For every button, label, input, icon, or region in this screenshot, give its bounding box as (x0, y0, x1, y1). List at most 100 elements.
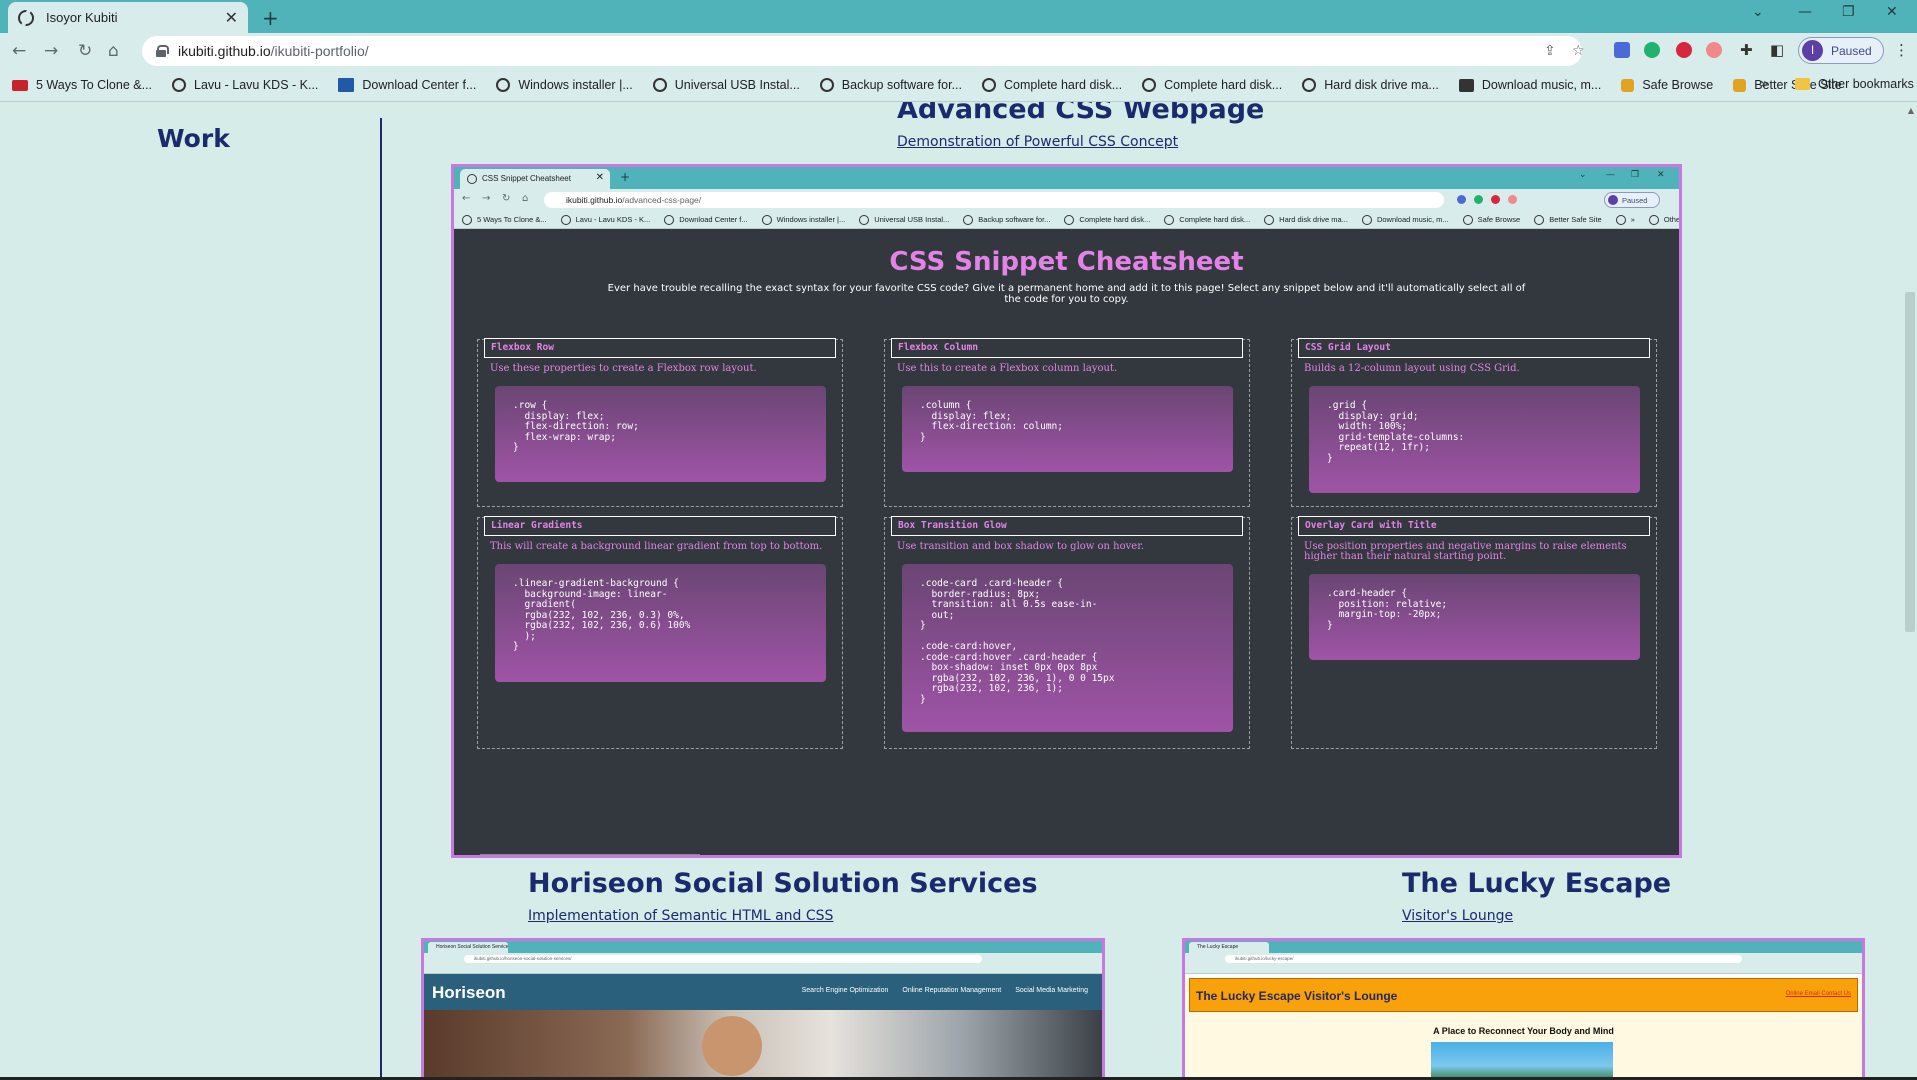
card-description: This will create a background linear gra… (490, 541, 823, 552)
horiseon-hero-image (424, 1010, 1102, 1080)
card-description: Use position properties and negative mar… (1304, 541, 1627, 562)
horiseon-header: Horiseon Search Engine Optimization Onli… (424, 974, 1102, 1010)
bookmark-item[interactable]: Backup software for... (819, 78, 962, 92)
extension-icon-4[interactable] (1706, 42, 1722, 58)
card-description: Builds a 12-column layout using CSS Grid… (1304, 363, 1520, 374)
restore-button[interactable]: ❐ (1842, 4, 1855, 20)
close-window-button[interactable]: ✕ (1886, 4, 1898, 20)
code-snippet: .linear-gradient-background { background… (495, 564, 826, 682)
extension-icon-3[interactable] (1676, 42, 1692, 58)
card-description: Use this to create a Flexbox column layo… (897, 363, 1118, 374)
profile-status: Paused (1831, 43, 1872, 58)
tab-search-icon[interactable]: ⌄ (1752, 4, 1764, 20)
menu-kebab-icon[interactable]: ⋮ (1894, 41, 1909, 59)
home-button[interactable]: ⌂ (108, 41, 119, 61)
lucky-header: The Lucky Escape Visitor's Lounge Online… (1189, 978, 1858, 1012)
screenshot-profile: Paused (1604, 192, 1660, 208)
globe-icon (1302, 78, 1317, 92)
extension-icon (1474, 195, 1483, 204)
horiseon-logo: Horiseon (432, 983, 506, 1002)
blue-icon (338, 78, 355, 92)
chevron-down-icon: ⌄ (1579, 170, 1587, 180)
close-tab-icon[interactable]: ✕ (225, 8, 238, 27)
globe-icon (982, 78, 996, 92)
bookmark-item[interactable]: Complete hard disk... (982, 78, 1122, 92)
sidebar-heading: Work (157, 124, 230, 153)
bookmark-item[interactable]: Windows installer |... (496, 78, 633, 92)
folder-icon (1795, 78, 1810, 90)
project-screenshot-css-cheatsheet[interactable]: CSS Snippet Cheatsheet ✕ + ⌄ — ❐ ✕ ← → ↻ … (451, 164, 1682, 858)
scroll-up-arrow-icon[interactable]: ▲ (1908, 106, 1914, 115)
project-link[interactable]: Implementation of Semantic HTML and CSS (528, 908, 833, 924)
extension-icon-1[interactable] (1614, 42, 1630, 58)
minimize-icon: — (1606, 170, 1615, 180)
browser-chrome: Isoyor Kubiti ✕ + ⌄ — ❐ ✕ ← → ↻ ⌂ ikubit… (0, 0, 1917, 102)
code-card: Overlay Card with Title Use position pro… (1291, 516, 1657, 749)
screenshot-bookmarks-bar: 5 Ways To Clone &... Lavu - Lavu KDS - K… (454, 211, 1679, 229)
person-image (702, 1016, 762, 1076)
card-header: Flexbox Row (484, 338, 836, 358)
project-title: Advanced CSS Webpage (897, 102, 1265, 125)
extensions-puzzle-icon[interactable]: ✚ (1740, 41, 1753, 59)
bookmarks-bar: 5 Ways To Clone &... Lavu - Lavu KDS - K… (0, 69, 1917, 102)
card-header: CSS Grid Layout (1298, 338, 1650, 358)
bookmark-item[interactable]: Lavu - Lavu KDS - K... (172, 78, 318, 92)
project-screenshot-lucky-escape[interactable]: The Lucky Escape ikubiti.github.io/lucky… (1182, 938, 1865, 1080)
globe-icon (652, 78, 667, 92)
cheatsheet-description: Ever have trouble recalling the exact sy… (607, 283, 1526, 305)
lucky-nav: Online Email Contact Us (1785, 991, 1851, 997)
screenshot-toolbar: ikubiti.github.io/horiseon-social-soluti… (424, 953, 1102, 965)
address-bar[interactable]: ikubiti.github.io /ikubiti-portfolio/ ⇪ … (142, 36, 1585, 66)
other-bookmarks-button[interactable]: Other bookmarks (1795, 77, 1914, 91)
bookmark-item[interactable]: 5 Ways To Clone &... (12, 78, 152, 92)
profile-button[interactable]: I Paused (1798, 37, 1884, 64)
tab-strip: Isoyor Kubiti ✕ + ⌄ — ❐ ✕ (0, 0, 1917, 33)
code-snippet: .card-header { position: relative; margi… (1309, 574, 1640, 660)
minimize-button[interactable]: — (1798, 4, 1812, 20)
browser-tab-active[interactable]: Isoyor Kubiti ✕ (8, 2, 248, 33)
back-button[interactable]: ← (12, 41, 26, 61)
bookmark-item[interactable]: Download Center f... (338, 78, 476, 92)
section-divider (380, 118, 382, 1078)
globe-icon (496, 78, 511, 92)
lock-icon (1733, 78, 1747, 92)
project-link[interactable]: Demonstration of Powerful CSS Concept (897, 134, 1178, 150)
project-title: The Lucky Escape (1402, 868, 1672, 899)
lucky-title: The Lucky Escape Visitor's Lounge (1196, 989, 1398, 1003)
bookmark-item[interactable]: Hard disk drive ma... (1302, 78, 1439, 92)
screenshot-toolbar: ikubiti.github.io/lucky-escape/ (1185, 953, 1862, 965)
tab-title: Isoyor Kubiti (46, 10, 118, 25)
screenshot-tab-strip: The Lucky Escape (1185, 941, 1862, 953)
lock-icon[interactable] (156, 45, 169, 57)
extension-icon (1508, 195, 1517, 204)
bookmark-item[interactable]: Complete hard disk... (1142, 78, 1282, 92)
home-icon: ⌂ (522, 193, 529, 204)
red-icon (12, 79, 28, 91)
reload-button[interactable]: ↻ (78, 41, 92, 61)
code-snippet: .column { display: flex; flex-direction:… (902, 386, 1233, 472)
bookmarks-overflow-button[interactable]: » (1760, 76, 1769, 92)
cheatsheet-content: CSS Snippet Cheatsheet Ever have trouble… (454, 229, 1679, 855)
scrollbar-thumb[interactable] (1905, 292, 1915, 632)
back-icon: ← (462, 193, 471, 204)
bookmark-item[interactable]: Universal USB Instal... (652, 78, 800, 92)
code-card: Linear Gradients This will create a back… (477, 516, 843, 749)
code-snippet: .grid { display: grid; width: 100%; grid… (1309, 386, 1640, 493)
share-icon[interactable]: ⇪ (1544, 43, 1556, 59)
screenshot-tab-strip: CSS Snippet Cheatsheet ✕ + ⌄ — ❐ ✕ (454, 167, 1679, 189)
bookmark-item[interactable]: Safe Browse (1621, 78, 1713, 92)
grammarly-icon[interactable] (1644, 42, 1660, 58)
globe-icon (172, 78, 187, 92)
project-screenshot-horiseon[interactable]: Horiseon Social Solution Services ikubit… (421, 938, 1105, 1080)
bookmark-item[interactable]: Download music, m... (1458, 78, 1601, 92)
lock-icon (1621, 78, 1635, 92)
project-link[interactable]: Visitor's Lounge (1402, 908, 1513, 924)
screenshot-tab: CSS Snippet Cheatsheet ✕ (460, 169, 610, 189)
card-description: Use these properties to create a Flexbox… (490, 363, 757, 374)
bookmark-star-icon[interactable]: ☆ (1572, 43, 1585, 59)
forward-button[interactable]: → (44, 41, 58, 61)
page-scrollbar[interactable]: ▲ (1901, 102, 1917, 1080)
screenshot-bookmarks-bar (1185, 965, 1862, 974)
new-tab-button[interactable]: + (262, 6, 279, 30)
side-panel-icon[interactable]: ◧ (1770, 41, 1784, 59)
